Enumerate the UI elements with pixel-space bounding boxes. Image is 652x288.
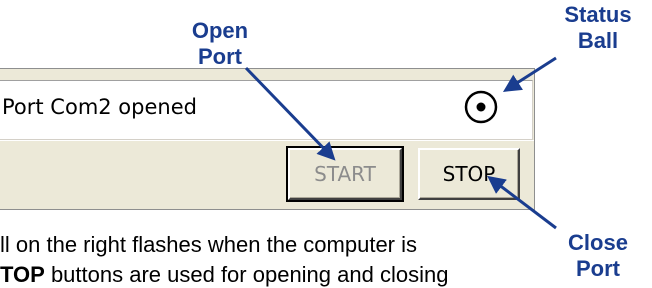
close-port-callout: Close Port [548,230,648,282]
description-line-2-rest: buttons are used for opening and closing [44,262,449,287]
status-field: Port Com2 opened [0,80,533,140]
close-port-callout-line2: Port [576,256,620,281]
stop-button[interactable]: STOP [418,148,520,200]
description-bold-stop: TOP [0,262,45,287]
status-ball-callout-line2: Ball [577,28,619,53]
divider-line [0,140,534,141]
status-ball-callout: Status Ball [548,2,648,54]
status-ball-icon [464,90,498,124]
description-line-1: ll on the right flashes when the compute… [0,232,418,257]
status-ball-callout-line1: Status [564,2,632,27]
close-port-callout-line1: Close [568,230,628,255]
open-port-callout-line1: Open [191,18,249,43]
open-port-callout: Open Port [182,18,258,70]
start-button[interactable]: START [286,146,404,202]
open-port-callout-line2: Port [198,44,242,69]
status-text: Port Com2 opened [2,95,197,119]
description-line-2: TOP buttons are used for opening and clo… [0,262,448,288]
